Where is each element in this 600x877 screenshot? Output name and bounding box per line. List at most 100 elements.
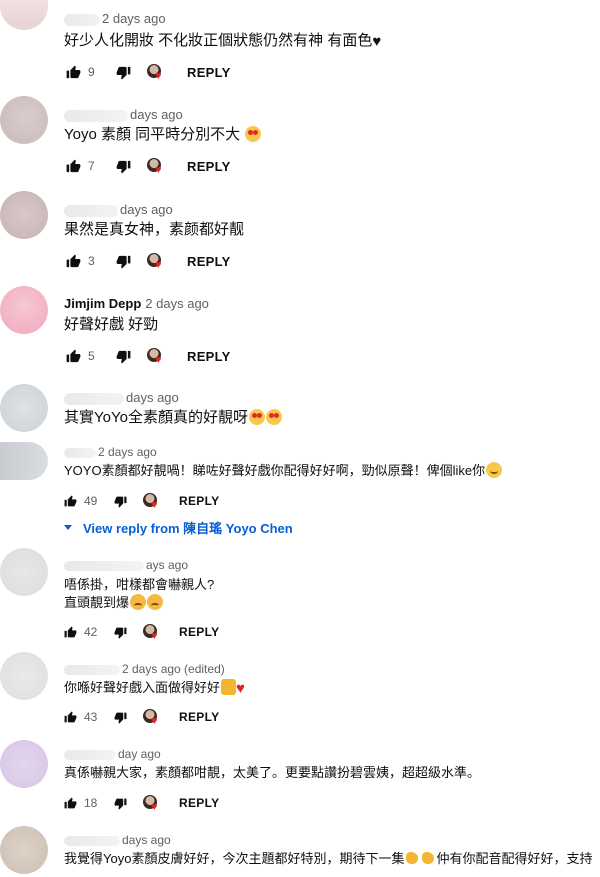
creator-heart-icon: ♥ bbox=[143, 493, 159, 511]
avatar[interactable] bbox=[0, 548, 48, 596]
reply-button[interactable]: REPLY bbox=[179, 625, 219, 639]
reply-button[interactable]: REPLY bbox=[179, 710, 219, 724]
thumbs-down-icon[interactable] bbox=[116, 159, 131, 174]
reply-button[interactable]: REPLY bbox=[179, 494, 219, 508]
comment-actions: 9 ♥ REPLY bbox=[66, 64, 231, 82]
comment-date[interactable]: days ago bbox=[122, 833, 171, 847]
creator-heart-icon: ♥ bbox=[143, 709, 159, 727]
reply-button[interactable]: REPLY bbox=[179, 796, 219, 810]
thumbs-up-icon[interactable] bbox=[66, 65, 81, 80]
comment-actions: 7 ♥ REPLY bbox=[66, 158, 231, 176]
comment-text: 你喺好聲好戲入面做得好好 ♥ bbox=[64, 679, 245, 697]
author-name[interactable] bbox=[64, 664, 120, 675]
reply-button[interactable]: REPLY bbox=[187, 254, 231, 269]
reply-button[interactable]: REPLY bbox=[187, 159, 231, 174]
avatar[interactable] bbox=[0, 191, 48, 239]
author-name[interactable] bbox=[64, 204, 118, 217]
comment-text-line2: 直頭靚到爆 bbox=[64, 594, 164, 612]
comment-date[interactable]: 2 days ago bbox=[145, 296, 209, 311]
avatar[interactable] bbox=[0, 0, 48, 30]
triangle-down-icon bbox=[64, 525, 72, 530]
comment-date[interactable]: 2 days ago bbox=[102, 11, 166, 26]
author-name[interactable] bbox=[64, 109, 128, 122]
heart-eyes-emoji-icon bbox=[245, 126, 262, 142]
avatar[interactable] bbox=[0, 652, 48, 700]
author-name[interactable] bbox=[64, 392, 124, 405]
thumbs-down-icon[interactable] bbox=[114, 797, 127, 810]
comment-date[interactable]: 2 days ago (edited) bbox=[122, 662, 225, 676]
thumbs-up-icon[interactable] bbox=[64, 495, 77, 508]
creator-heart-icon: ♥ bbox=[147, 348, 163, 366]
comment-actions: 42 ♥ REPLY bbox=[64, 624, 219, 642]
flexed-biceps-emoji-icon bbox=[405, 850, 420, 866]
heart-eyes-emoji-icon bbox=[265, 409, 282, 425]
crying-emoji-icon bbox=[130, 594, 147, 610]
comment-date[interactable]: 2 days ago bbox=[98, 445, 157, 459]
thumbs-up-icon[interactable] bbox=[64, 711, 77, 724]
reply-button[interactable]: REPLY bbox=[187, 65, 231, 80]
creator-heart-icon: ♥ bbox=[147, 158, 163, 176]
flexed-biceps-emoji-icon bbox=[421, 850, 436, 866]
crying-emoji-icon bbox=[147, 594, 164, 610]
view-reply-button[interactable]: View reply from 陳自瑤 Yoyo Chen bbox=[64, 518, 293, 537]
comment-text: Yoyo 素顏 同平時分別不大 bbox=[64, 125, 262, 145]
thumbs-up-emoji-icon bbox=[221, 679, 237, 695]
comment-text: 果然是真女神，素颜都好靓 bbox=[64, 221, 245, 238]
like-count: 5 bbox=[88, 349, 95, 363]
smiling-emoji-icon bbox=[486, 462, 503, 478]
avatar[interactable] bbox=[0, 384, 48, 432]
like-count: 42 bbox=[84, 625, 98, 639]
author-name[interactable] bbox=[64, 835, 120, 846]
comment-text: 我覺得Yoyo素顏皮膚好好，今次主題都好特別，期待下一集 仲有你配音配得好好，支持 bbox=[64, 850, 593, 866]
thumbs-up-icon[interactable] bbox=[66, 254, 81, 269]
thumbs-up-icon[interactable] bbox=[64, 626, 77, 639]
thumbs-down-icon[interactable] bbox=[114, 711, 127, 724]
comment-actions: 49 ♥ REPLY bbox=[64, 493, 219, 511]
comment-date[interactable]: days ago bbox=[130, 107, 183, 122]
comment-actions: 43 ♥ REPLY bbox=[64, 709, 219, 727]
comment-actions: 3 ♥ REPLY bbox=[66, 253, 231, 271]
comment-text: 好少人化開妝 不化妝正個狀態仍然有神 有面色♥ bbox=[64, 32, 382, 50]
comment-text: 好聲好戲 好勁 bbox=[64, 316, 159, 333]
thumbs-down-icon[interactable] bbox=[116, 349, 131, 364]
creator-heart-icon: ♥ bbox=[143, 795, 159, 813]
author-name[interactable] bbox=[64, 447, 96, 458]
avatar[interactable] bbox=[0, 740, 48, 788]
comment-text: 唔係掛，咁樣都會嚇親人? bbox=[64, 577, 215, 592]
author-name[interactable]: Jimjim Depp bbox=[64, 296, 141, 311]
comment-date[interactable]: days ago bbox=[120, 202, 173, 217]
comment-date[interactable]: day ago bbox=[118, 747, 161, 761]
creator-heart-icon: ♥ bbox=[147, 64, 163, 82]
comment-date[interactable]: ays ago bbox=[146, 558, 188, 572]
like-count: 3 bbox=[88, 254, 95, 268]
author-name[interactable] bbox=[64, 560, 144, 571]
comment-actions: 18 ♥ REPLY bbox=[64, 795, 219, 813]
red-heart-icon: ♥ bbox=[236, 680, 245, 697]
creator-heart-icon: ♥ bbox=[147, 253, 163, 271]
comment-date[interactable]: days ago bbox=[126, 390, 179, 405]
thumbs-down-icon[interactable] bbox=[116, 254, 131, 269]
reply-button[interactable]: REPLY bbox=[187, 349, 231, 364]
thumbs-up-icon[interactable] bbox=[66, 349, 81, 364]
thumbs-up-icon[interactable] bbox=[64, 797, 77, 810]
view-reply-label: View reply from 陳自瑤 Yoyo Chen bbox=[83, 521, 293, 536]
creator-heart-icon: ♥ bbox=[143, 624, 159, 642]
like-count: 43 bbox=[84, 710, 98, 724]
comment-actions: 5 ♥ REPLY bbox=[66, 348, 231, 366]
black-heart-icon: ♥ bbox=[372, 33, 382, 50]
heart-eyes-emoji-icon bbox=[248, 409, 265, 425]
avatar[interactable] bbox=[0, 826, 48, 874]
comment-text: YOYO素顏都好靚喎！睇咗好聲好戲你配得好好啊，勁似原聲！俾個like你 bbox=[64, 462, 503, 480]
thumbs-up-icon[interactable] bbox=[66, 159, 81, 174]
author-name[interactable] bbox=[64, 749, 116, 760]
like-count: 49 bbox=[84, 494, 98, 508]
thumbs-down-icon[interactable] bbox=[114, 626, 127, 639]
thumbs-down-icon[interactable] bbox=[114, 495, 127, 508]
author-name[interactable] bbox=[64, 13, 100, 26]
like-count: 7 bbox=[88, 159, 95, 173]
like-count: 18 bbox=[84, 796, 98, 810]
avatar[interactable] bbox=[0, 96, 48, 144]
avatar[interactable] bbox=[0, 442, 48, 480]
thumbs-down-icon[interactable] bbox=[116, 65, 131, 80]
avatar[interactable] bbox=[0, 286, 48, 334]
